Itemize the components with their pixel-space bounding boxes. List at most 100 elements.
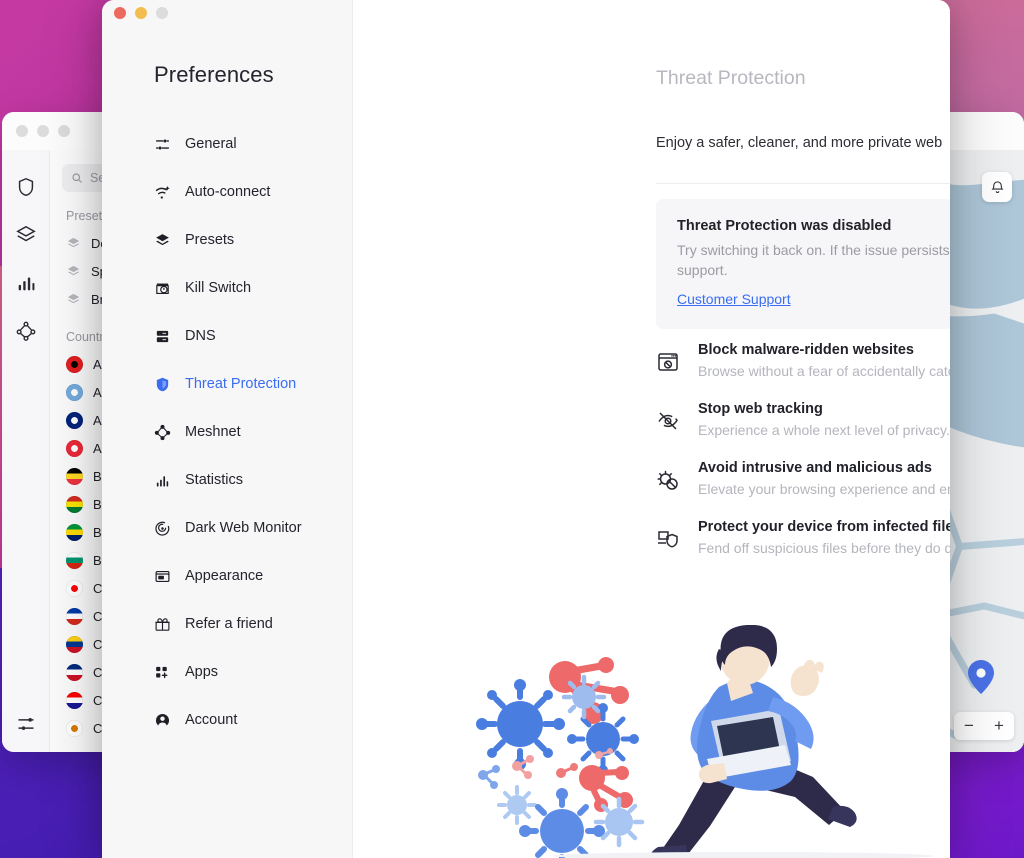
feature-item: Block malware-ridden websites Browse with… bbox=[656, 342, 950, 379]
country-flag-icon bbox=[66, 691, 83, 709]
sidebar-item-label: Auto-connect bbox=[185, 184, 271, 200]
feature-title: Avoid intrusive and malicious ads bbox=[698, 460, 932, 476]
layers-icon[interactable] bbox=[15, 224, 37, 246]
sidebar-item-meshnet[interactable]: Meshnet bbox=[102, 408, 352, 456]
page-heading: Preferences bbox=[154, 62, 274, 87]
layers-icon bbox=[66, 292, 81, 307]
sidebar-item-kill-switch[interactable]: Kill Switch bbox=[102, 264, 352, 312]
sidebar-item-label: Apps bbox=[185, 664, 219, 680]
map-zoom-in-button[interactable]: + bbox=[984, 716, 1014, 736]
close-button[interactable] bbox=[114, 7, 126, 19]
sidebar-item-dark-web-monitor[interactable]: Dark Web Monitor bbox=[102, 504, 352, 552]
sidebar-item-label: General bbox=[185, 136, 237, 152]
screen: Search Presets Default Speed Browsing Co… bbox=[0, 0, 1024, 858]
alert-body: Try switching it back on. If the issue p… bbox=[677, 242, 950, 278]
feature-item: Avoid intrusive and malicious ads Elevate… bbox=[656, 460, 950, 497]
sidebar-item-general[interactable]: General bbox=[102, 120, 352, 168]
window-controls[interactable] bbox=[114, 7, 168, 19]
maximize-button[interactable] bbox=[156, 7, 168, 19]
eye-off-icon bbox=[656, 409, 680, 433]
meshnet-nodes-icon bbox=[154, 424, 171, 441]
browser-block-icon bbox=[656, 350, 680, 374]
sidebar-item-label: Refer a friend bbox=[185, 616, 273, 632]
statistics-bars-icon bbox=[154, 472, 171, 489]
preferences-window[interactable]: Preferences General Auto-connect Presets Ki… bbox=[102, 0, 950, 858]
threat-protection-toggle-row[interactable]: Enjoy a safer, cleaner, and more private… bbox=[656, 131, 950, 155]
country-flag-icon bbox=[66, 523, 83, 541]
feature-description: Fend off suspicious files before they do… bbox=[698, 540, 950, 556]
target-icon bbox=[154, 520, 171, 537]
apps-grid-icon bbox=[154, 664, 171, 681]
feature-description: Elevate your browsing experience and enj… bbox=[698, 481, 950, 497]
bell-icon bbox=[991, 180, 1003, 193]
preferences-nav[interactable]: General Auto-connect Presets Kill Switch DNS… bbox=[102, 120, 352, 744]
sidebar-item-presets[interactable]: Presets bbox=[102, 216, 352, 264]
sidebar-item-apps[interactable]: Apps bbox=[102, 648, 352, 696]
sidebar-item-dns[interactable]: DNS bbox=[102, 312, 352, 360]
feature-description: Experience a whole next level of privacy… bbox=[698, 422, 950, 438]
sliders-icon[interactable] bbox=[16, 714, 36, 734]
close-button[interactable] bbox=[16, 125, 28, 137]
sidebar-item-appearance[interactable]: Appearance bbox=[102, 552, 352, 600]
page-title: Threat Protection bbox=[656, 67, 806, 89]
kill-switch-icon bbox=[154, 280, 171, 297]
map-zoom-out-button[interactable]: − bbox=[954, 716, 984, 736]
customer-support-link[interactable]: Customer Support bbox=[677, 291, 791, 307]
shield-icon[interactable] bbox=[15, 176, 37, 198]
sidebar-item-label: DNS bbox=[185, 328, 216, 344]
country-flag-icon bbox=[66, 383, 83, 401]
country-flag-icon bbox=[66, 663, 83, 681]
user-icon bbox=[154, 712, 171, 729]
feature-item: Protect your device from infected files F… bbox=[656, 519, 950, 556]
ad-block-icon bbox=[656, 468, 680, 492]
sidebar-item-auto-connect[interactable]: Auto-connect bbox=[102, 168, 352, 216]
maximize-button[interactable] bbox=[58, 125, 70, 137]
country-flag-icon bbox=[66, 551, 83, 569]
country-flag-icon bbox=[66, 719, 83, 737]
feature-item: Stop web tracking Experience a whole next… bbox=[656, 401, 950, 438]
sidebar-item-label: Meshnet bbox=[185, 424, 241, 440]
sidebar-item-label: Appearance bbox=[185, 568, 264, 584]
device-shield-icon bbox=[656, 527, 680, 551]
layers-icon bbox=[66, 236, 81, 251]
notifications-button[interactable] bbox=[982, 172, 1012, 202]
sidebar-item-account[interactable]: Account bbox=[102, 696, 352, 744]
sidebar-item-label: Threat Protection bbox=[185, 376, 297, 392]
minimize-button[interactable] bbox=[135, 7, 147, 19]
status-alert: Threat Protection was disabled Try switc… bbox=[656, 199, 950, 329]
country-flag-icon bbox=[66, 467, 83, 485]
background-app-rail[interactable] bbox=[2, 150, 50, 752]
meshnet-nodes-icon[interactable] bbox=[15, 320, 37, 342]
feature-description: Browse without a fear of accidentally ca… bbox=[698, 363, 950, 379]
country-flag-icon bbox=[66, 579, 83, 597]
minimize-button[interactable] bbox=[37, 125, 49, 137]
country-flag-icon bbox=[66, 495, 83, 513]
background-window-controls[interactable] bbox=[16, 125, 70, 137]
window-icon bbox=[154, 568, 171, 585]
sliders-icon bbox=[154, 136, 171, 153]
background-app-settings[interactable] bbox=[2, 714, 50, 734]
layers-icon bbox=[66, 264, 81, 279]
sidebar-item-label: Dark Web Monitor bbox=[185, 520, 302, 536]
feature-title: Block malware-ridden websites bbox=[698, 342, 914, 358]
auto-connect-icon bbox=[154, 184, 171, 201]
toggle-label: Enjoy a safer, cleaner, and more private… bbox=[656, 135, 943, 151]
section-divider bbox=[656, 183, 950, 184]
country-flag-icon bbox=[66, 439, 83, 457]
sidebar-item-label: Statistics bbox=[185, 472, 244, 488]
map-zoom-controls[interactable]: − + bbox=[954, 712, 1014, 740]
sidebar-item-threat-protection[interactable]: Threat Protection bbox=[102, 360, 352, 408]
country-flag-icon bbox=[66, 607, 83, 625]
sidebar-item-statistics[interactable]: Statistics bbox=[102, 456, 352, 504]
statistics-bars-icon[interactable] bbox=[15, 272, 37, 294]
sidebar-item-label: Account bbox=[185, 712, 238, 728]
country-flag-icon bbox=[66, 635, 83, 653]
search-icon bbox=[72, 173, 82, 183]
map-pin-marker[interactable] bbox=[968, 660, 994, 694]
sidebar-item-refer-a-friend[interactable]: Refer a friend bbox=[102, 600, 352, 648]
feature-list: Block malware-ridden websites Browse with… bbox=[656, 342, 950, 578]
alert-title: Threat Protection was disabled bbox=[677, 218, 892, 234]
feature-title: Stop web tracking bbox=[698, 401, 823, 417]
preferences-sidebar[interactable]: Preferences General Auto-connect Presets Ki… bbox=[102, 0, 353, 858]
sidebar-item-label: Kill Switch bbox=[185, 280, 252, 296]
